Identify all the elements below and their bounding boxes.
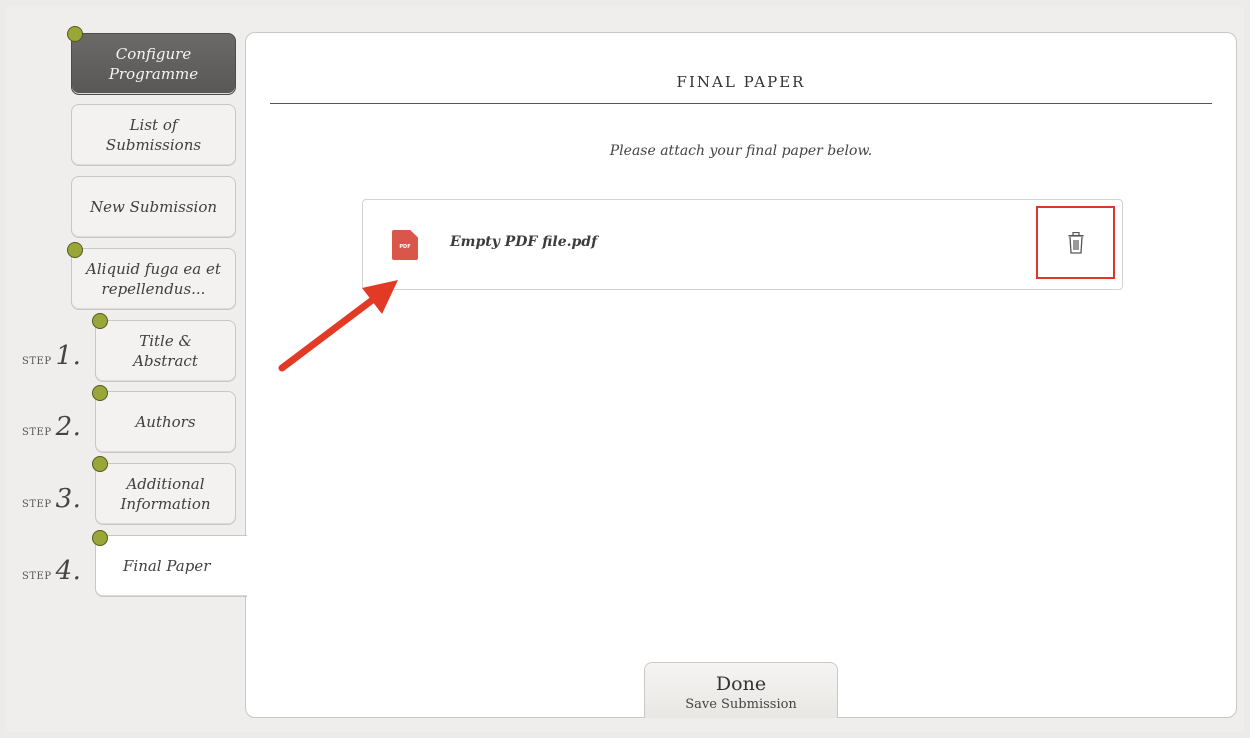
sidebar-item-label: Additional Information (120, 475, 211, 513)
step-2-label: STEP 2. (22, 412, 82, 442)
sidebar-item-list-of-submissions[interactable]: List of Submissions (71, 104, 236, 166)
attached-file-card: PDF Empty PDF file.pdf (362, 199, 1123, 290)
sidebar-item-label: Title & Abstract (133, 332, 198, 370)
trash-icon (1068, 231, 1083, 254)
sidebar-item-new-submission[interactable]: New Submission (71, 176, 236, 238)
step-3-label: STEP 3. (22, 484, 82, 514)
sidebar-item-final-paper[interactable]: Final Paper (95, 535, 247, 597)
save-submission-label: Save Submission (685, 697, 797, 712)
status-dot (67, 26, 83, 42)
status-dot (92, 313, 108, 329)
status-dot (92, 530, 108, 546)
sidebar-item-label: Configure Programme (108, 45, 199, 83)
annotation-arrow-icon (278, 280, 398, 372)
sidebar-item-additional-information[interactable]: Additional Information (95, 463, 236, 525)
status-dot (67, 242, 83, 258)
status-dot (92, 456, 108, 472)
sidebar-item-label: New Submission (89, 198, 218, 216)
sidebar-item-configure-programme[interactable]: Configure Programme (71, 33, 236, 95)
sidebar-item-authors[interactable]: Authors (95, 391, 236, 453)
sidebar-item-label: List of Submissions (105, 116, 202, 154)
done-save-button[interactable]: Done Save Submission (644, 662, 838, 718)
pdf-file-icon: PDF (392, 230, 418, 260)
sidebar-item-label: Aliquid fuga ea et repellendus... (86, 260, 221, 298)
sidebar-item-label: Final Paper (123, 557, 211, 575)
step-4-label: STEP 4. (22, 556, 82, 586)
sidebar-item-title-abstract[interactable]: Title & Abstract (95, 320, 236, 382)
instruction-text: Please attach your final paper below. (609, 143, 873, 159)
title-divider (270, 103, 1212, 104)
sidebar-item-label: Authors (135, 413, 196, 431)
status-dot (92, 385, 108, 401)
file-name: Empty PDF file.pdf (450, 234, 598, 250)
delete-file-button[interactable] (1036, 206, 1115, 279)
sidebar-item-current-submission[interactable]: Aliquid fuga ea et repellendus... (71, 248, 236, 310)
done-label: Done (715, 673, 767, 695)
step-1-label: STEP 1. (22, 341, 82, 371)
page-title: FINAL PAPER (676, 73, 806, 91)
